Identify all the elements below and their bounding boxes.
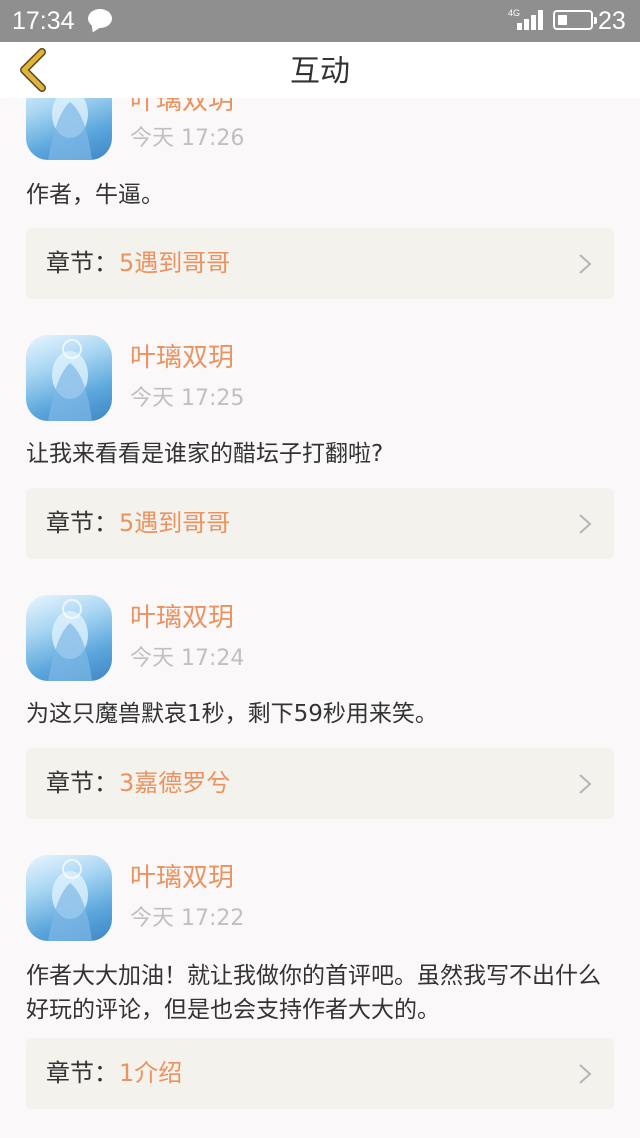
chapter-name: 5遇到哥哥 [119, 509, 231, 537]
chapter-link[interactable]: 章节： 3嘉德罗兮 [26, 748, 614, 819]
username[interactable]: 叶璃双玥 [130, 98, 234, 118]
chapter-link[interactable]: 章节： 1介绍 [26, 1038, 614, 1109]
avatar[interactable] [26, 98, 112, 160]
username[interactable]: 叶璃双玥 [130, 861, 234, 895]
chat-bubble-icon [88, 9, 112, 28]
chevron-right-icon [579, 774, 592, 794]
chapter-name: 3嘉德罗兮 [119, 769, 231, 797]
chapter-link[interactable]: 章节： 5遇到哥哥 [26, 228, 614, 299]
chapter-name: 1介绍 [119, 1059, 183, 1087]
chapter-name: 5遇到哥哥 [119, 249, 231, 277]
page-title: 互动 [290, 54, 350, 89]
battery-icon [553, 10, 597, 30]
chapter-label: 章节： [46, 509, 118, 537]
chapter-link[interactable]: 章节： 5遇到哥哥 [26, 488, 614, 559]
timestamp: 今天 17:24 [130, 646, 245, 671]
chevron-right-icon [579, 514, 592, 534]
username[interactable]: 叶璃双玥 [130, 341, 234, 375]
avatar[interactable] [26, 595, 112, 681]
timestamp: 今天 17:25 [130, 386, 245, 411]
chapter-label: 章节： [46, 1059, 118, 1087]
chevron-right-icon [579, 1064, 592, 1084]
comment-text: 为这只魔兽默哀1秒，剩下59秒用来笑。 [26, 701, 438, 727]
status-time: 17:34 [12, 7, 75, 35]
signal-icon [509, 10, 543, 30]
status-bar: 17:34 4G 23 [0, 0, 640, 42]
comment-text: 作者，牛逼。 [26, 182, 164, 208]
avatar[interactable] [26, 855, 112, 941]
timestamp: 今天 17:22 [130, 906, 245, 931]
battery-level: 23 [598, 7, 626, 35]
chapter-label: 章节： [46, 769, 118, 797]
comment-list[interactable]: 叶璃双玥 今天 17:26 作者，牛逼。 章节： 5遇到哥哥 叶璃双玥 今天 1… [0, 98, 640, 1138]
chevron-right-icon [579, 254, 592, 274]
app-header: 互动 [0, 42, 640, 98]
username[interactable]: 叶璃双玥 [130, 601, 234, 635]
comment-text: 作者大大加油！就让我做你的首评吧。虽然我写不出什么好玩的评论，但是也会支持作者大… [26, 963, 601, 1023]
avatar[interactable] [26, 335, 112, 421]
comment-text: 让我来看看是谁家的醋坛子打翻啦? [26, 441, 384, 467]
chapter-label: 章节： [46, 249, 118, 277]
timestamp: 今天 17:26 [130, 126, 245, 151]
